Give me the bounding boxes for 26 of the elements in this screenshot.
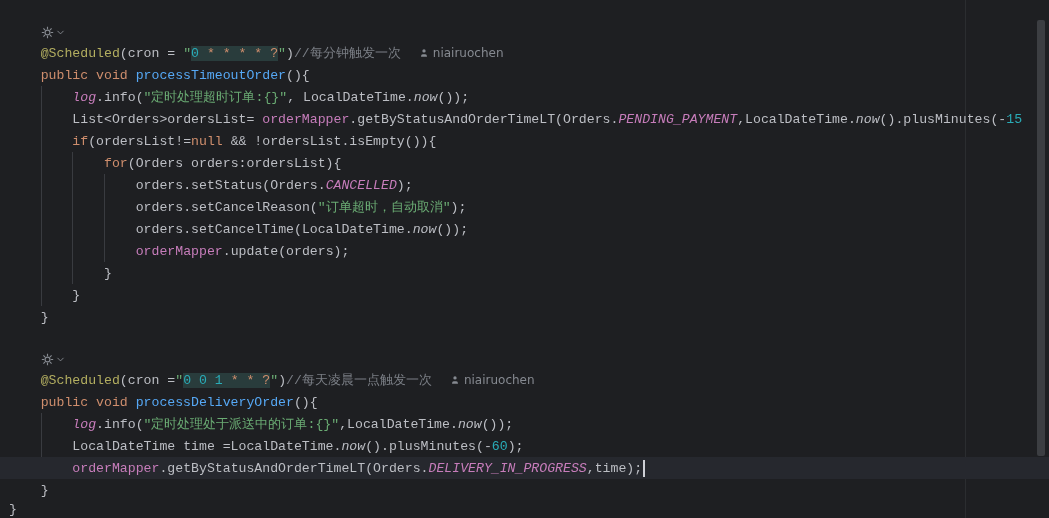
code-line: log.info("定时处理处于派送中的订单:{}",LocalDateTime.now()); [72, 416, 514, 433]
scrollbar-thumb[interactable] [1037, 20, 1045, 456]
author-hint: niairuochen [432, 46, 504, 60]
text-cursor [643, 459, 646, 477]
code-line: orderMapper.getByStatusAndOrderTimeLT(Orders.DELIVERY_IN_PROGRESS,time); [72, 460, 643, 476]
code-line: } [104, 265, 112, 281]
code-line: orders.setStatus(Orders.CANCELLED); [135, 177, 413, 193]
code-line: } [72, 287, 81, 303]
code-line: orderMapper.update(orders); [135, 243, 350, 259]
code-line: } [9, 502, 17, 517]
code-line: List<Orders>ordersList= orderMapper.getByStatusAndOrderTimeLT(Orders.PENDING_PAYMENT,LocalDateTime.now().plusMinutes(-15 [72, 111, 1023, 127]
code-line: public void processDeliveryOrder(){ [40, 394, 318, 410]
code-line: } [40, 482, 49, 498]
code-line: for(Orders orders:ordersList){ [104, 155, 342, 171]
code-line: public void processTimeoutOrder(){ [40, 67, 310, 83]
gear-icon[interactable] [40, 26, 54, 39]
person-icon [418, 48, 429, 58]
code-line: orders.setCancelTime(LocalDateTime.now()); [135, 221, 469, 237]
code-line: orders.setCancelReason("订单超时，自动取消"); [135, 199, 467, 216]
code-line: } [40, 309, 49, 325]
gear-icon[interactable] [40, 353, 54, 366]
person-icon [449, 375, 460, 385]
author-hint: niairuochen [463, 373, 535, 387]
code-line: if(ordersList!=null && !ordersList.isEmpty()){ [72, 133, 437, 149]
code-line: LocalDateTime time =LocalDateTime.now().plusMinutes(-60); [72, 438, 524, 454]
code-line: log.info("定时处理超时订单:{}", LocalDateTime.now()); [72, 89, 470, 106]
